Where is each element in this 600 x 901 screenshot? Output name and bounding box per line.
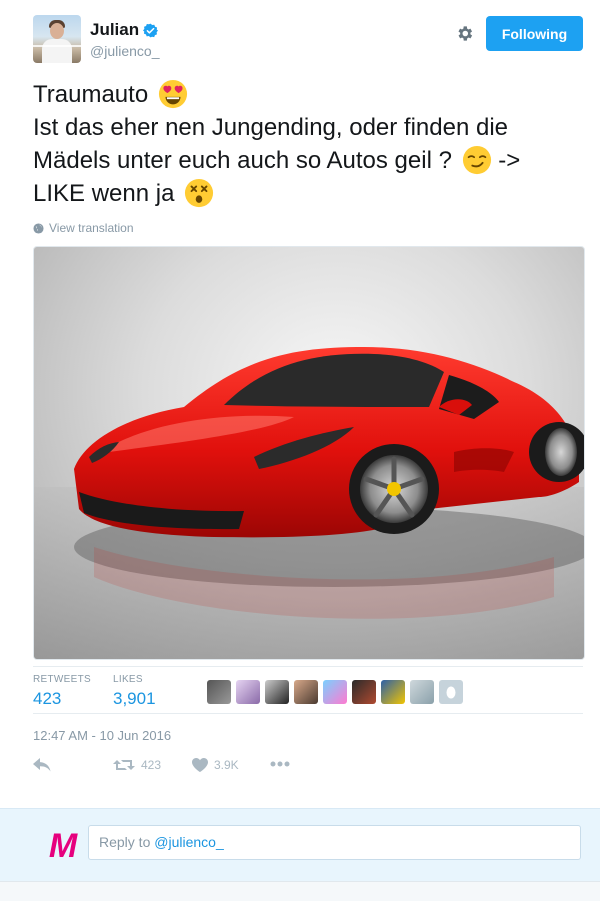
more-button[interactable] [270,761,290,767]
retweets-stat[interactable]: RETWEETS 423 [33,674,91,709]
view-translation-link[interactable]: View translation [33,221,134,235]
verified-badge-icon [143,23,159,37]
like-count: 3.9K [214,758,239,772]
more-icon [270,761,290,767]
retweet-icon [113,760,135,770]
tweet-line-4: LIKE wenn ja [33,177,578,210]
liker-avatar[interactable] [294,680,318,704]
red-sports-car-illustration [34,347,584,659]
tweet-line-1: Traumauto [33,78,578,111]
avatar[interactable] [33,15,81,63]
reply-prefix: Reply to [99,834,151,850]
reply-area: M Reply to @julienco_ [0,808,600,881]
smirk-emoji-icon [462,145,491,175]
view-translation-label: View translation [49,221,134,235]
like-button[interactable]: 3.9K [192,758,239,772]
user-handle[interactable]: @julienco_ [90,43,159,59]
stats-top-divider [33,666,583,667]
m-logo-letter: M [49,827,78,864]
likes-value: 3,901 [113,689,156,708]
globe-icon [33,222,44,234]
liker-avatar[interactable] [323,680,347,704]
tweet-line-3: Mädels unter euch auch so Autos geil ? -… [33,144,578,177]
bottom-strip [0,881,600,901]
following-button[interactable]: Following [486,16,583,51]
liker-avatar[interactable] [352,680,376,704]
reply-icon [33,758,51,772]
m-logo-icon: M [49,827,78,864]
avatar-rail [33,45,81,47]
reply-input[interactable]: Reply to @julienco_ [88,825,581,860]
name-row[interactable]: Julian [90,20,159,40]
gear-icon[interactable] [455,24,474,43]
tweet-text: Traumauto Ist das eher nen Jungending, o… [33,78,578,210]
tweet-timestamp[interactable]: 12:47 AM - 10 Jun 2016 [33,728,171,743]
retweets-value: 423 [33,689,62,708]
reply-button[interactable] [33,758,51,772]
heart-icon [192,758,208,772]
liker-avatar-default[interactable] [439,680,463,704]
egg-icon [446,686,456,698]
liker-avatar[interactable] [265,680,289,704]
tweet-line-1-text: Traumauto [33,81,149,108]
tweet-line-3-text: Mädels unter euch auch so Autos geil ? [33,147,452,174]
liker-avatar[interactable] [381,680,405,704]
liker-avatars [207,680,463,704]
retweet-button[interactable]: 423 [113,758,161,772]
display-name[interactable]: Julian [90,20,139,40]
dizzy-face-emoji-icon [185,178,214,208]
stats-bottom-divider [33,713,583,714]
reply-mention: @julienco_ [154,834,224,850]
tweet-line-3-arrow: -> [498,147,521,174]
avatar-body [42,39,72,63]
likes-label: LIKES [113,674,143,685]
tweet-detail: Julian @julienco_ Following Traumauto Is… [0,0,600,808]
avatar-head [50,23,64,39]
retweets-label: RETWEETS [33,674,91,685]
tweet-photo[interactable] [33,246,585,660]
retweet-count: 423 [141,758,162,772]
likes-stat[interactable]: LIKES 3,901 [113,674,156,709]
tweet-line-4-text: LIKE wenn ja [33,180,175,207]
heart-eyes-emoji-icon [158,79,187,109]
liker-avatar[interactable] [236,680,260,704]
liker-avatar[interactable] [410,680,434,704]
liker-avatar[interactable] [207,680,231,704]
tweet-line-2: Ist das eher nen Jungending, oder finden… [33,114,509,141]
